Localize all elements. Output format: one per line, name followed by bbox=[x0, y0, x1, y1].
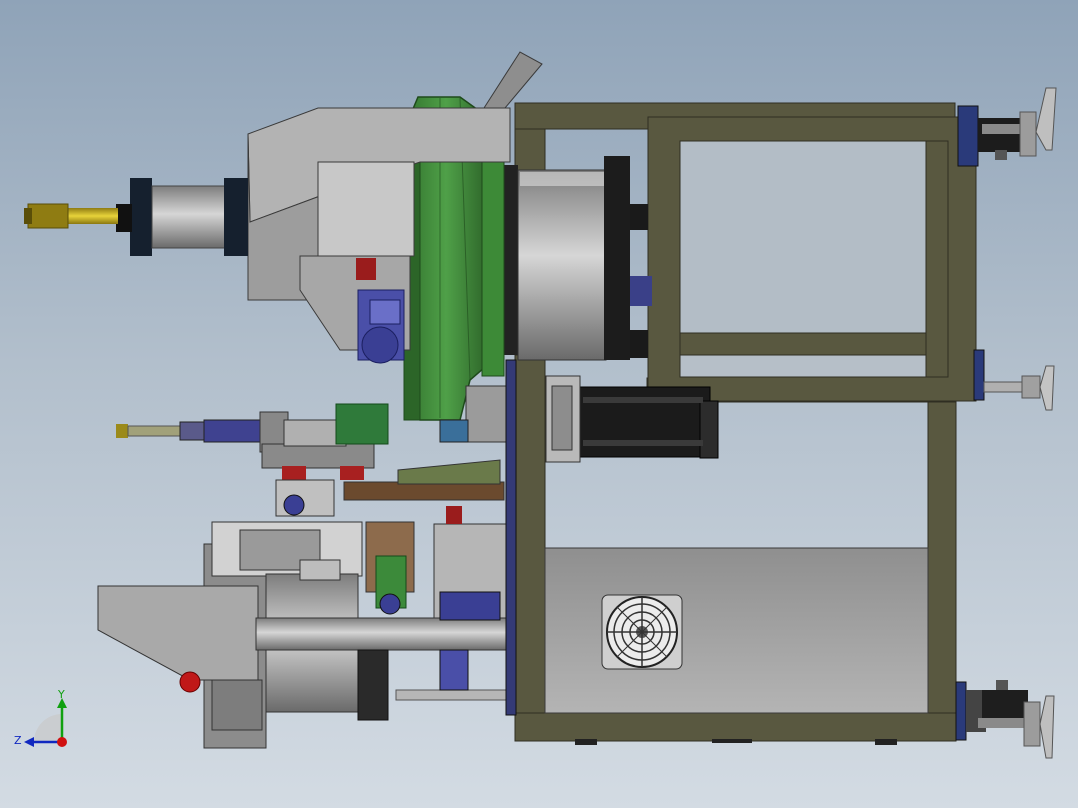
hopper-chute bbox=[483, 51, 543, 109]
slide-base bbox=[261, 443, 375, 469]
hub-bolt bbox=[630, 204, 648, 230]
lower-assembly bbox=[97, 506, 513, 749]
cylinder-rod bbox=[66, 208, 118, 224]
slide-green-block bbox=[335, 403, 389, 445]
blue-knob bbox=[283, 494, 305, 516]
machine-drawing: Y Z bbox=[14, 51, 1057, 759]
blue-gear-motor bbox=[357, 289, 405, 364]
cooling-fan bbox=[601, 594, 683, 670]
slide-bracket bbox=[275, 479, 335, 517]
lower-rod bbox=[395, 689, 507, 701]
upper-frame-opening bbox=[679, 140, 927, 334]
emergency-stop-button bbox=[179, 671, 201, 693]
frame-right-post bbox=[927, 379, 957, 742]
cylinder-end-cap bbox=[224, 178, 248, 256]
hub-blue-collar bbox=[630, 276, 652, 306]
red-stop bbox=[282, 466, 306, 480]
hub-bolt bbox=[630, 330, 648, 358]
slide-bracket-right bbox=[465, 385, 507, 443]
wood-rail bbox=[343, 481, 505, 501]
cylinder-barrel bbox=[151, 185, 229, 249]
slide-nut bbox=[179, 421, 205, 441]
slide-rod-end bbox=[116, 424, 128, 438]
cylinder-end-cap bbox=[130, 178, 152, 256]
mounting-plate-edge bbox=[505, 359, 517, 716]
blue-fitting bbox=[439, 649, 469, 691]
base-pad bbox=[712, 739, 752, 743]
main-shaft bbox=[255, 617, 513, 651]
axis-triad: Y Z bbox=[14, 688, 67, 747]
base-pad bbox=[875, 739, 897, 745]
leveling-foot-middle bbox=[973, 349, 1055, 411]
guide-plate bbox=[397, 459, 501, 485]
top-air-cylinder bbox=[24, 178, 248, 256]
axis-origin bbox=[57, 737, 67, 747]
upper-frame-inner-beam bbox=[679, 332, 927, 356]
frame-bottom-beam bbox=[514, 712, 957, 742]
y-axis-label: Y bbox=[57, 688, 65, 701]
hub-cylinder bbox=[517, 169, 607, 361]
rotary-hub bbox=[498, 156, 652, 361]
cad-viewport[interactable]: Y Z bbox=[0, 0, 1078, 808]
leveling-foot-top bbox=[957, 87, 1057, 167]
hub-flange-right bbox=[604, 156, 630, 360]
control-panel bbox=[97, 585, 259, 681]
z-axis-label: Z bbox=[14, 734, 22, 747]
hopper-body bbox=[317, 161, 415, 257]
base-pad bbox=[575, 739, 597, 745]
leveling-foot-bottom bbox=[955, 680, 1055, 759]
upper-frame-inner-post bbox=[925, 140, 949, 378]
stepper-motor bbox=[545, 375, 719, 463]
red-marker bbox=[356, 258, 376, 280]
slide-rod bbox=[127, 425, 185, 437]
upper-frame-gap bbox=[679, 354, 927, 378]
slide-cylinder bbox=[203, 419, 265, 443]
cylinder-nut bbox=[116, 204, 132, 232]
rod-end bbox=[27, 203, 69, 229]
red-stop bbox=[340, 466, 364, 480]
